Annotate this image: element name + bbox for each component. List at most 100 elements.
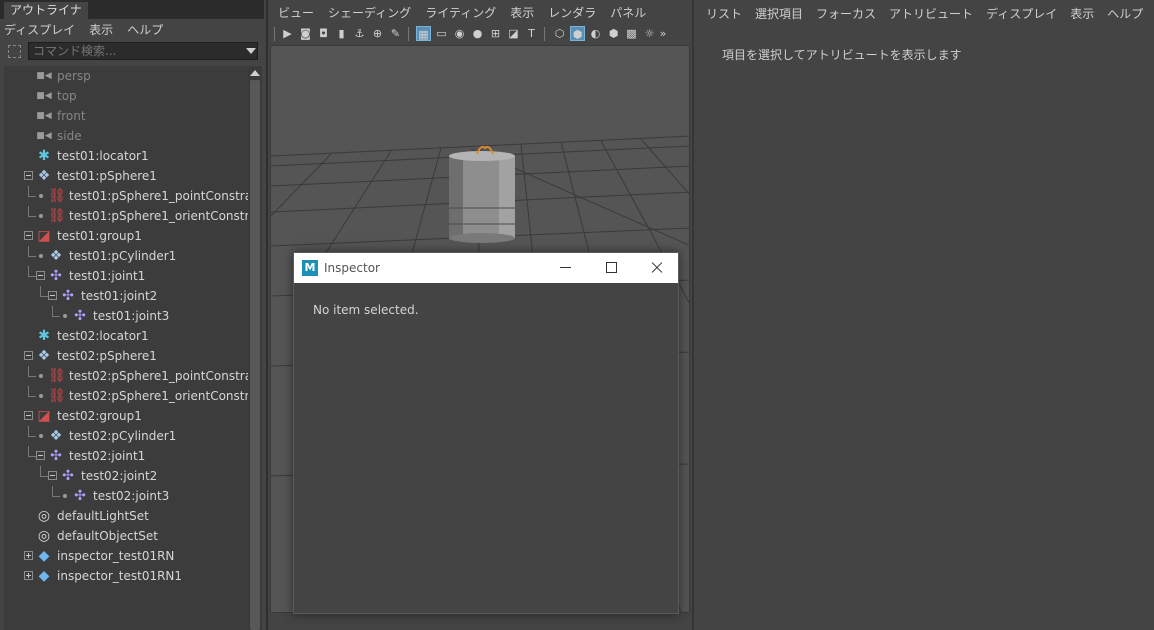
tree-row[interactable]: ⛓ test01:pSphere1_orientConstra — [4, 206, 248, 226]
tree-row[interactable]: ⛓ test02:pSphere1_pointConstra — [4, 366, 248, 386]
viewport-menu-lighting[interactable]: ライティング — [425, 4, 496, 21]
expand-icon[interactable] — [24, 551, 33, 560]
ae-menu-display[interactable]: ディスプレイ — [986, 5, 1057, 22]
collapse-icon[interactable] — [48, 471, 57, 480]
use-all-lights-icon[interactable]: ▩ — [624, 26, 639, 41]
tree-row[interactable]: ❖ test02:pSphere1 — [4, 346, 248, 366]
textured-icon[interactable]: ⬢ — [606, 26, 621, 41]
tree-row[interactable]: ✣ test02:joint2 — [4, 466, 248, 486]
ae-menu-focus[interactable]: フォーカス — [816, 5, 876, 22]
tree-row[interactable]: ■◀ side — [4, 126, 248, 146]
tree-row[interactable]: ✣ test01:joint2 — [4, 286, 248, 306]
bookmark-icon[interactable]: ▮ — [334, 26, 349, 41]
tree-row[interactable]: ■◀ front — [4, 106, 248, 126]
outliner-scrollbar[interactable] — [248, 66, 262, 630]
tree-row[interactable]: ◪ test02:group1 — [4, 406, 248, 426]
tree-row[interactable]: ◪ test01:group1 — [4, 226, 248, 246]
light-icon[interactable]: ☼ — [642, 26, 657, 41]
collapse-icon[interactable] — [24, 171, 33, 180]
image-plane-icon[interactable]: ⚓ — [352, 26, 367, 41]
viewport-menu-renderer[interactable]: レンダラ — [548, 4, 596, 21]
outliner-tab[interactable]: アウトライナ — [4, 2, 88, 19]
tree-row[interactable]: ✣ test01:joint3 — [4, 306, 248, 326]
joint-icon: ✣ — [62, 468, 74, 484]
tree-row[interactable]: ❖ test02:pCylinder1 — [4, 426, 248, 446]
collapse-icon[interactable] — [24, 411, 33, 420]
tree-row[interactable]: ⛓ test02:pSphere1_orientConstra — [4, 386, 248, 406]
tree-row[interactable]: ✱ test01:locator1 — [4, 146, 248, 166]
collapse-icon[interactable] — [24, 351, 33, 360]
grease-pencil-icon[interactable]: ✎ — [388, 26, 403, 41]
collapse-icon[interactable] — [24, 231, 33, 240]
2d-pan-zoom-icon[interactable]: ⊕ — [370, 26, 385, 41]
tree-item-label: defaultLightSet — [57, 509, 149, 523]
viewport-menu-shading[interactable]: シェーディング — [328, 4, 411, 21]
resolution-gate-icon[interactable]: ◉ — [452, 26, 467, 41]
attribute-editor-menubar: リスト 選択項目 フォーカス アトリビュート ディスプレイ 表示 ヘルプ — [694, 0, 1154, 26]
scroll-up-icon[interactable] — [250, 70, 260, 76]
ae-menu-show[interactable]: 表示 — [1070, 5, 1094, 22]
camera-lock-icon[interactable]: ◘ — [316, 26, 331, 41]
tree-row[interactable]: ◆ inspector_test01RN1 — [4, 566, 248, 586]
smooth-shade-icon[interactable]: ⬢ — [570, 26, 585, 41]
maya-logo-icon: M — [302, 260, 318, 276]
tree-row[interactable]: ⛓ test01:pSphere1_pointConstra — [4, 186, 248, 206]
viewport-menu-show[interactable]: 表示 — [510, 4, 534, 21]
chevron-down-icon[interactable] — [246, 48, 256, 54]
tree-connector — [40, 296, 48, 297]
grid-icon[interactable]: ▦ — [416, 26, 431, 41]
tree-row[interactable]: ■◀ top — [4, 86, 248, 106]
collapse-icon[interactable] — [36, 271, 45, 280]
filter-icon[interactable] — [8, 45, 21, 58]
tree-row[interactable]: ■◀ persp — [4, 66, 248, 86]
transform-icon: ❖ — [37, 348, 51, 364]
tree-connector — [28, 456, 36, 457]
ae-menu-list[interactable]: リスト — [706, 5, 742, 22]
tree-row[interactable]: ◎ defaultLightSet — [4, 506, 248, 526]
set-icon: ◎ — [37, 528, 51, 544]
ae-menu-selected[interactable]: 選択項目 — [755, 5, 803, 22]
tree-row[interactable]: ❖ test01:pCylinder1 — [4, 246, 248, 266]
cylinder-object[interactable] — [449, 151, 515, 243]
film-gate-icon[interactable]: ▭ — [434, 26, 449, 41]
toolbar-overflow-icon[interactable]: » — [658, 26, 668, 41]
viewport-menu-view[interactable]: ビュー — [278, 4, 314, 21]
tree-row[interactable]: ✣ test02:joint1 — [4, 446, 248, 466]
maximize-button[interactable] — [588, 253, 634, 283]
collapse-icon[interactable] — [36, 451, 45, 460]
tree-connector — [28, 446, 29, 457]
tree-row[interactable]: ✣ test01:joint1 — [4, 266, 248, 286]
tree-row[interactable]: ❖ test01:pSphere1 — [4, 166, 248, 186]
ae-menu-attributes[interactable]: アトリビュート — [889, 5, 973, 22]
outliner-menu-help[interactable]: ヘルプ — [127, 21, 163, 38]
leaf-dot-icon — [39, 194, 43, 198]
gate-mask-icon[interactable]: ● — [470, 26, 485, 41]
tree-row[interactable]: ◎ defaultObjectSet — [4, 526, 248, 546]
scrollbar-thumb[interactable] — [250, 80, 260, 630]
joint-icon: ✣ — [74, 488, 86, 504]
ae-menu-help[interactable]: ヘルプ — [1107, 5, 1143, 22]
inspector-titlebar[interactable]: M Inspector — [294, 253, 678, 283]
expand-icon[interactable] — [24, 571, 33, 580]
command-search-input[interactable] — [28, 42, 258, 60]
close-button[interactable] — [634, 253, 680, 283]
outliner-menu-display[interactable]: ディスプレイ — [4, 21, 75, 38]
tree-row[interactable]: ✱ test02:locator1 — [4, 326, 248, 346]
joint-icon: ✣ — [74, 308, 86, 324]
safe-title-icon[interactable]: T — [524, 26, 539, 41]
tree-row[interactable]: ◆ inspector_test01RN — [4, 546, 248, 566]
tree-connector — [28, 206, 29, 217]
field-chart-icon[interactable]: ⊞ — [488, 26, 503, 41]
outliner-menu-show[interactable]: 表示 — [89, 21, 113, 38]
tree-connector — [40, 286, 41, 297]
viewport-menu-panels[interactable]: パネル — [610, 4, 646, 21]
minimize-button[interactable] — [542, 253, 588, 283]
wireframe-icon[interactable]: ⬡ — [552, 26, 567, 41]
tree-row[interactable]: ✣ test02:joint3 — [4, 486, 248, 506]
select-camera-icon[interactable]: ▶ — [280, 26, 295, 41]
tree-item-label: test01:locator1 — [57, 149, 149, 163]
collapse-icon[interactable] — [48, 291, 57, 300]
safe-action-icon[interactable]: ◪ — [506, 26, 521, 41]
camera-attributes-icon[interactable]: ◙ — [298, 26, 313, 41]
wireframe-on-shaded-icon[interactable]: ◐ — [588, 26, 603, 41]
